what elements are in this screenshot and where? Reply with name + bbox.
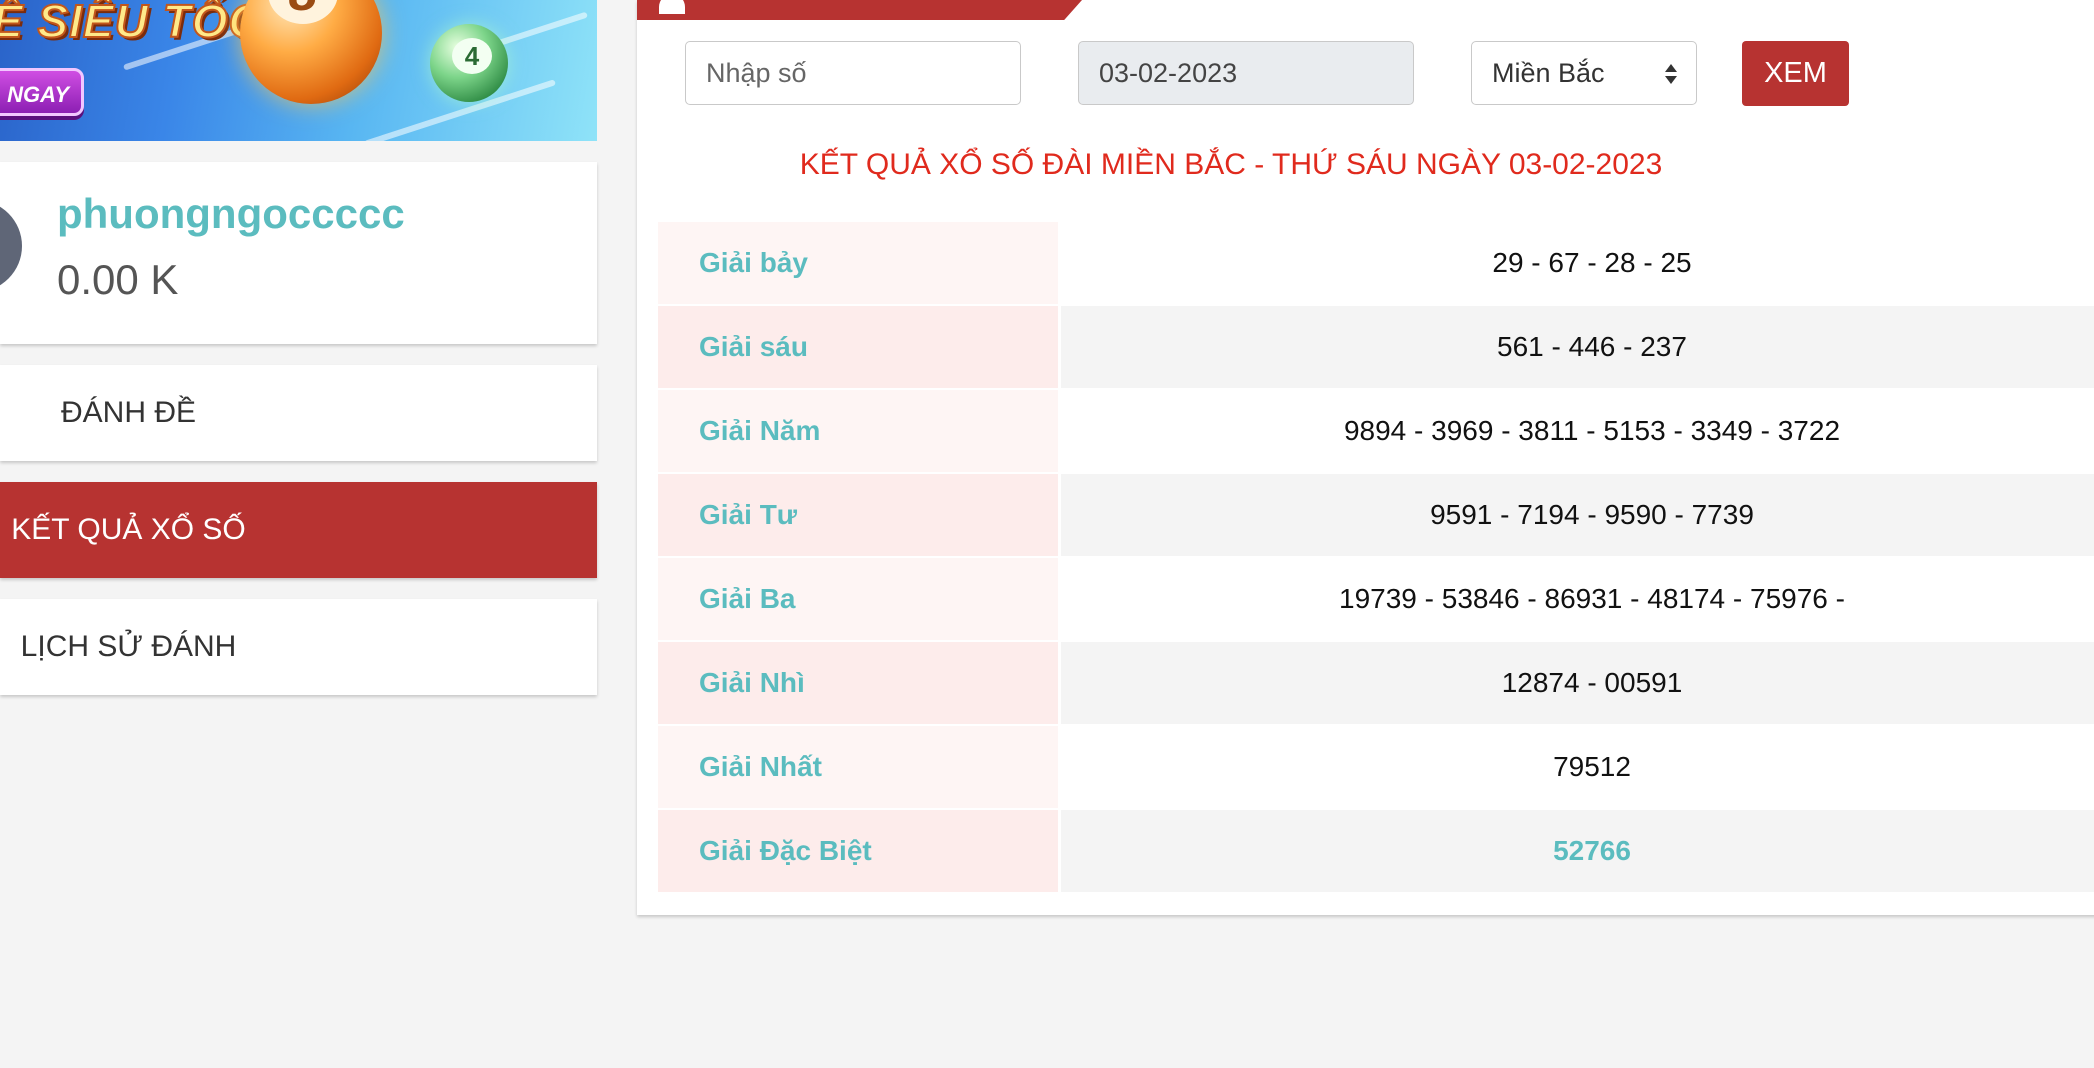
table-row: Giải Đặc Biệt 52766 bbox=[658, 810, 2094, 892]
prize-numbers: 9591 - 7194 - 9590 - 7739 bbox=[1061, 474, 2094, 556]
special-prize-numbers: 52766 bbox=[1061, 810, 2094, 892]
prize-numbers: 19739 - 53846 - 86931 - 48174 - 75976 - … bbox=[1061, 558, 2094, 696]
prize-name: Giải Ba bbox=[658, 558, 1058, 640]
prize-numbers-text: 79512 bbox=[1553, 751, 1631, 782]
prize-numbers: 79512 bbox=[1061, 726, 2094, 808]
prize-numbers-text: 9591 - 7194 - 9590 - 7739 bbox=[1430, 499, 1754, 530]
prize-numbers-text: 12874 - 00591 bbox=[1501, 667, 1683, 698]
panel-header-tab bbox=[637, 0, 1082, 20]
user-icon bbox=[659, 0, 685, 14]
prize-name: Giải Nhất bbox=[658, 726, 1058, 808]
prize-numbers-text: 29 - 67 - 28 - 25 bbox=[1492, 247, 1692, 278]
user-profile-card: phuongngoccccc 0.00 K bbox=[0, 162, 597, 344]
menu-item-ket-qua-xo-so[interactable]: KẾT QUẢ XỔ SỐ bbox=[0, 482, 597, 578]
menu-item-label: LỊCH SỬ ĐÁNH bbox=[20, 630, 237, 663]
prize-name: Giải Tư bbox=[658, 474, 1058, 556]
prize-numbers: 561 - 446 - 237 bbox=[1061, 306, 2094, 388]
table-row: Giải sáu 561 - 446 - 237 bbox=[658, 306, 2094, 388]
results-table: Giải bảy 29 - 67 - 28 - 25 Giải sáu 561 … bbox=[658, 222, 2094, 894]
view-results-button[interactable]: XEM bbox=[1742, 41, 1849, 106]
region-select-value: Miền Bắc bbox=[1492, 58, 1605, 88]
table-row: Giải bảy 29 - 67 - 28 - 25 bbox=[658, 222, 2094, 304]
table-row: Giải Tư 9591 - 7194 - 9590 - 7739 bbox=[658, 474, 2094, 556]
menu-item-label: KẾT QUẢ XỔ SỐ bbox=[11, 513, 246, 546]
prize-name: Giải bảy bbox=[658, 222, 1058, 304]
prize-numbers-text: 9894 - 3969 - 3811 - 5153 - 3349 - 3722 bbox=[1343, 415, 1841, 446]
prize-numbers: 12874 - 00591 bbox=[1061, 642, 2094, 724]
prize-numbers-text: 561 - 446 - 237 bbox=[1497, 331, 1687, 362]
table-row: Giải Nhất 79512 bbox=[658, 726, 2094, 808]
promo-banner[interactable]: Ề SIÊU TỐC NGAY 8 4 bbox=[0, 0, 597, 141]
prize-name: Giải Đặc Biệt bbox=[658, 810, 1058, 892]
table-row: Giải Nhì 12874 - 00591 bbox=[658, 642, 2094, 724]
table-row: Giải Ba 19739 - 53846 - 86931 - 48174 - … bbox=[658, 558, 2094, 696]
account-balance: 0.00 K bbox=[57, 256, 179, 303]
lottery-ball-icon: 8 bbox=[240, 0, 382, 104]
results-title-text: KẾT QUẢ XỔ SỐ ĐÀI MIỀN BẮC - THỨ SÁU NGÀ… bbox=[799, 148, 1663, 181]
prize-name: Giải Nhì bbox=[658, 642, 1058, 724]
results-panel: 03-02-2023 Miền Bắc XEM KẾT QUẢ XỔ SỐ ĐÀ… bbox=[637, 0, 2094, 915]
menu-item-label: ĐÁNH ĐỀ bbox=[60, 396, 196, 429]
banner-title: Ề SIÊU TỐC bbox=[0, 0, 263, 48]
menu-item-danh-de[interactable]: ĐÁNH ĐỀ bbox=[0, 365, 597, 461]
number-search-input[interactable] bbox=[685, 41, 1021, 105]
menu-item-lich-su-danh[interactable]: LỊCH SỬ ĐÁNH bbox=[0, 599, 597, 695]
prize-numbers-text: 52766 bbox=[1553, 835, 1631, 866]
ball-number: 8 bbox=[268, 0, 338, 24]
region-select[interactable]: Miền Bắc bbox=[1471, 41, 1697, 105]
username: phuongngoccccc bbox=[57, 190, 405, 237]
avatar bbox=[0, 200, 22, 292]
lottery-ball-icon: 4 bbox=[430, 24, 508, 102]
results-title: KẾT QUẢ XỔ SỐ ĐÀI MIỀN BẮC - THỨ SÁU NGÀ… bbox=[637, 148, 2094, 182]
sort-arrows-icon bbox=[1665, 64, 1677, 84]
prize-name: Giải Năm bbox=[658, 390, 1058, 472]
table-row: Giải Năm 9894 - 3969 - 3811 - 5153 - 334… bbox=[658, 390, 2094, 472]
date-field[interactable]: 03-02-2023 bbox=[1078, 41, 1414, 105]
prize-numbers: 29 - 67 - 28 - 25 bbox=[1061, 222, 2094, 304]
prize-numbers: 9894 - 3969 - 3811 - 5153 - 3349 - 3722 bbox=[1061, 390, 2094, 472]
ball-number: 4 bbox=[452, 38, 492, 74]
prize-name: Giải sáu bbox=[658, 306, 1058, 388]
banner-play-button[interactable]: NGAY bbox=[0, 68, 84, 116]
